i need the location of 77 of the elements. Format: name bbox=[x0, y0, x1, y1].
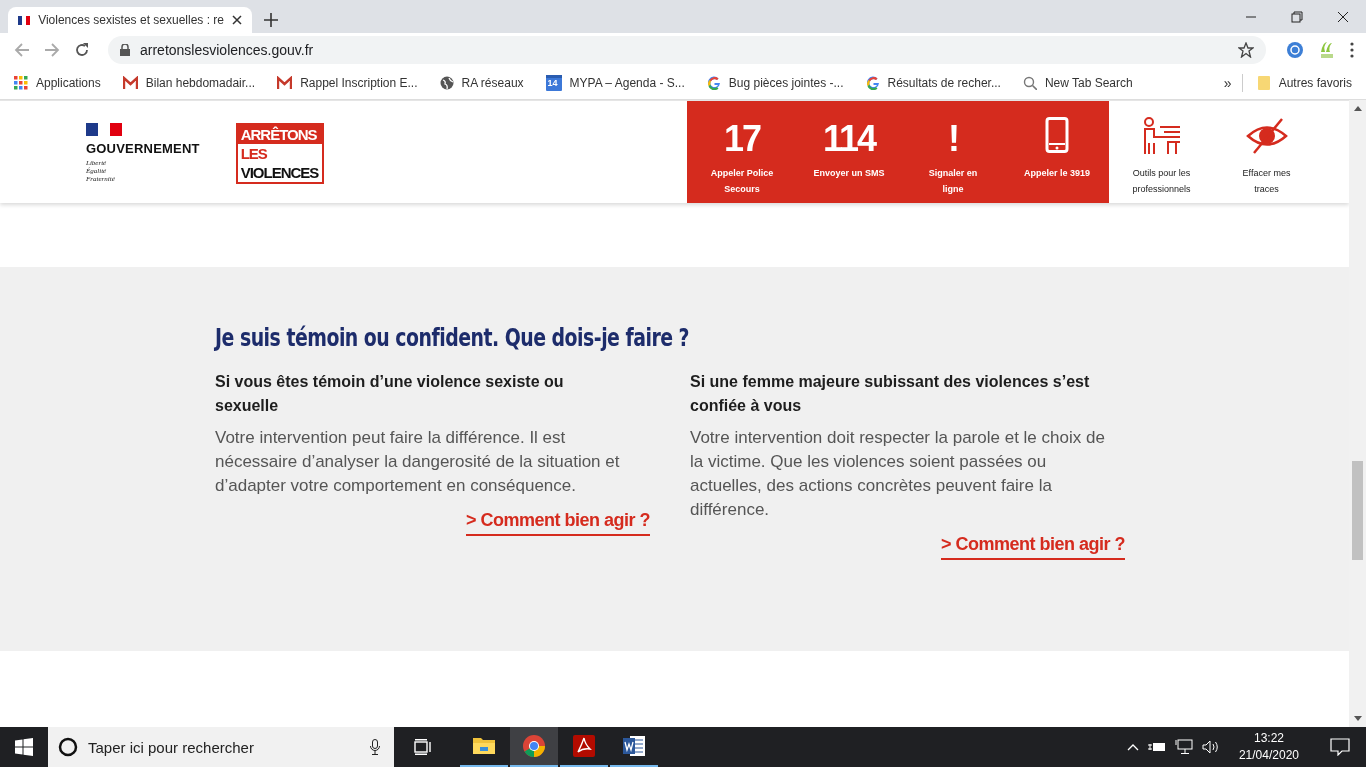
scrollbar[interactable] bbox=[1349, 100, 1366, 727]
section-heading: Je suis témoin ou confident. Que dois-je faire ? bbox=[215, 323, 691, 352]
google-icon bbox=[865, 76, 880, 90]
menu-icon[interactable] bbox=[1350, 42, 1354, 58]
task-view-icon[interactable] bbox=[414, 739, 432, 755]
action-number: ! bbox=[948, 117, 958, 161]
bookmark[interactable]: Bilan hebdomadair... bbox=[122, 75, 256, 91]
bookmark-folder[interactable]: Autres favoris bbox=[1256, 75, 1352, 91]
browser-tab[interactable]: Violences sexistes et sexuelles : re bbox=[8, 7, 252, 33]
flag-icon bbox=[18, 15, 31, 25]
bookmarks-overflow-button[interactable]: » bbox=[1223, 75, 1232, 91]
bookmark[interactable]: RA réseaux bbox=[439, 75, 524, 91]
body-text: Votre intervention peut faire la différence. Il est nécessaire d’analyser la dangerosité de la situation et d’adapter votre comportement en conséquence. bbox=[215, 427, 621, 497]
bookmark[interactable]: Applications bbox=[14, 75, 101, 91]
cortana-icon bbox=[58, 737, 78, 757]
search-icon bbox=[1022, 76, 1037, 90]
header-action[interactable]: ! Signaler en ligne bbox=[901, 101, 1005, 203]
calendar-date: 14 bbox=[547, 78, 558, 88]
extension-icon[interactable] bbox=[1286, 41, 1304, 59]
new-tab-icon[interactable] bbox=[264, 13, 278, 27]
chevron-up-icon[interactable] bbox=[1126, 743, 1139, 751]
apps-grid-icon bbox=[14, 76, 28, 90]
header-action[interactable]: Effacer mes traces bbox=[1214, 101, 1319, 203]
calendar-icon bbox=[545, 75, 562, 91]
close-icon[interactable] bbox=[232, 15, 242, 25]
scrollbar-thumb[interactable] bbox=[1352, 461, 1363, 560]
browser-icon bbox=[522, 734, 546, 758]
bookmark[interactable]: 14 MYPA – Agenda - S... bbox=[545, 75, 685, 91]
network-icon[interactable] bbox=[1174, 739, 1193, 755]
mail-icon bbox=[277, 76, 293, 90]
action-number: 114 bbox=[822, 117, 876, 161]
comment-bien-agir-link[interactable]: > Comment bien agir ? bbox=[465, 510, 650, 536]
taskbar-search-field[interactable]: Taper ici pour rechercher bbox=[48, 727, 394, 767]
bookmark[interactable]: Bug pièces jointes -... bbox=[706, 75, 844, 91]
column-title: Si une femme majeure subissant des violences s’est confiée à vous bbox=[690, 372, 1090, 416]
mail-icon bbox=[122, 76, 138, 90]
body-text: Votre intervention doit respecter la parole et le choix de la victime. Que les violences soient passées ou actuelles, des actions concrètes peuvent faire la différence. bbox=[690, 427, 1106, 521]
header-action[interactable]: 114 Envoyer un SMS bbox=[797, 101, 901, 203]
comment-bien-agir-link[interactable]: > Comment bien agir ? bbox=[940, 534, 1125, 560]
action-label: Appeler Police Secours bbox=[709, 167, 775, 196]
speaker-icon[interactable] bbox=[1201, 740, 1220, 754]
address-bar[interactable]: arretonslesviolences.gouv.fr bbox=[108, 36, 1266, 64]
teacher-icon bbox=[1141, 117, 1182, 155]
clock[interactable]: 13:22 21/04/2020 bbox=[1238, 730, 1299, 764]
reload-icon[interactable] bbox=[74, 42, 90, 58]
action-label: Effacer mes traces bbox=[1241, 167, 1292, 196]
header-action[interactable]: 17 Appeler Police Secours bbox=[687, 101, 797, 203]
microphone-icon[interactable] bbox=[370, 739, 380, 755]
battery-icon[interactable] bbox=[1147, 741, 1166, 753]
pdf-reader-icon bbox=[572, 734, 596, 758]
header-action[interactable]: Outils pour les professionnels bbox=[1109, 101, 1214, 203]
lock-icon bbox=[120, 44, 130, 56]
header-action[interactable]: Appeler le 3919 bbox=[1005, 101, 1109, 203]
bookmark-star-icon[interactable] bbox=[1238, 42, 1254, 58]
column-title: Si vous êtes témoin d’une violence sexiste ou sexuelle bbox=[215, 372, 565, 416]
hidden-eye-icon bbox=[1245, 117, 1288, 155]
word-processor-icon bbox=[622, 734, 646, 758]
campaign-logo[interactable]: ARRÊTONS LES VIOLENCES bbox=[235, 123, 325, 184]
action-label: Envoyer un SMS bbox=[812, 167, 886, 180]
globe-icon bbox=[439, 76, 454, 90]
notifications-icon[interactable] bbox=[1330, 738, 1350, 756]
action-label: Outils pour les professionnels bbox=[1131, 167, 1192, 196]
phone-icon bbox=[1045, 117, 1069, 153]
scroll-up-icon[interactable] bbox=[1353, 106, 1362, 111]
close-icon[interactable] bbox=[1337, 11, 1349, 23]
action-label: Signaler en ligne bbox=[927, 167, 979, 196]
flag-icon bbox=[86, 123, 122, 136]
restore-icon[interactable] bbox=[1291, 11, 1303, 23]
google-icon bbox=[706, 76, 721, 90]
action-label: Appeler le 3919 bbox=[1022, 167, 1091, 180]
bookmark[interactable]: Rappel Inscription E... bbox=[277, 75, 418, 91]
windows-start-icon[interactable] bbox=[15, 738, 33, 756]
action-number: 17 bbox=[723, 117, 760, 161]
bookmark[interactable]: Résultats de recher... bbox=[865, 75, 1001, 91]
scroll-down-icon[interactable] bbox=[1353, 716, 1362, 721]
bookmark[interactable]: New Tab Search bbox=[1022, 75, 1133, 91]
folder-icon bbox=[1256, 75, 1271, 91]
